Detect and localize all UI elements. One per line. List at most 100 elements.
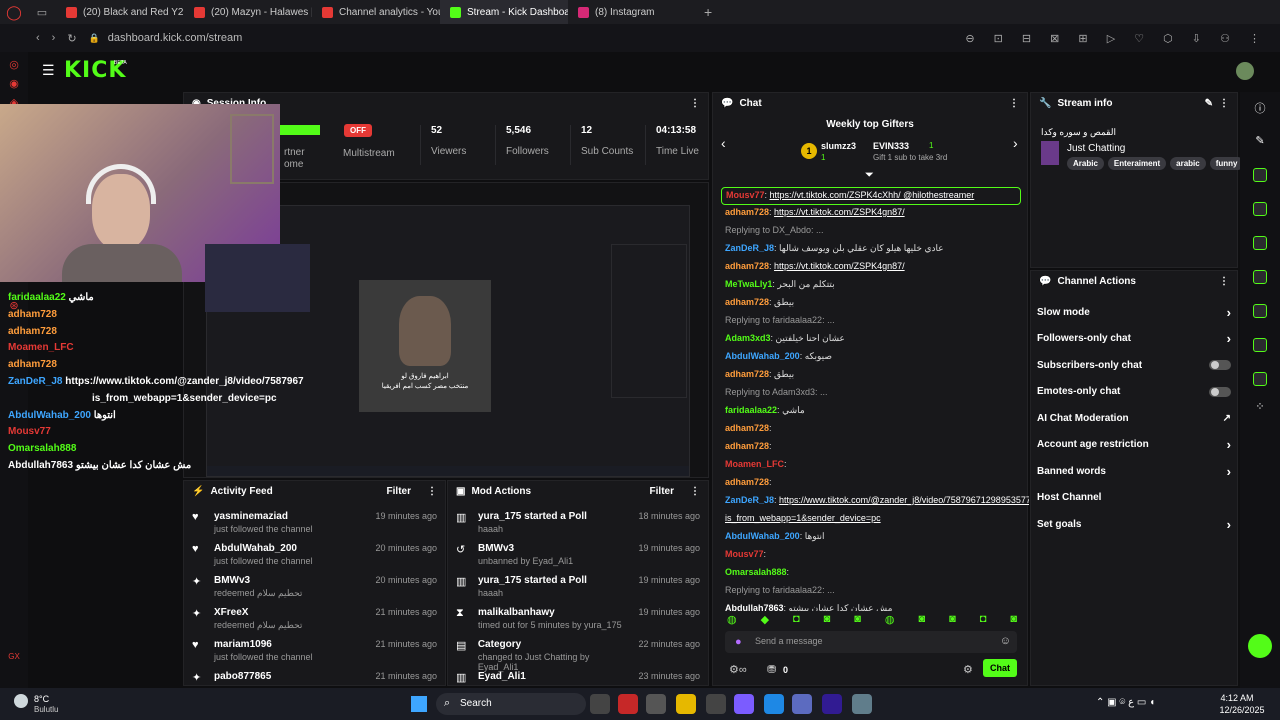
settings-tools-icon[interactable]: ⚙∞ [729,663,747,676]
chat-message[interactable]: ZanDeR_J8: https://www.tiktok.com/@zande… [713,493,1029,511]
chat-message[interactable]: Replying to Adam3xd3: ... [713,385,1029,403]
chat-username[interactable]: Abdullah7863 [725,603,784,611]
user-avatar[interactable] [1236,62,1254,80]
chat-text[interactable]: https://www.tiktok.com/@zander_j8/video/… [779,495,1029,505]
chat-username[interactable]: ZanDeR_J8 [725,495,774,505]
chat-username[interactable]: Moamen_LFC [725,459,784,469]
chat-message[interactable]: faridaalaa22: ماشي [713,403,1029,421]
system-tray-icons[interactable]: ⌃ ▣ ⌾ ع ▭ ◖ [1096,697,1155,708]
rail-tool-icon[interactable] [1253,168,1267,182]
chat-text[interactable]: is_from_webapp=1&sender_device=pc [725,513,881,523]
chat-username[interactable]: adham728 [725,297,769,307]
stream-tag[interactable]: Enteraiment [1107,157,1167,170]
more-icon[interactable]: ⋮ [1219,98,1229,109]
rail-edit-icon[interactable]: ✎ [1253,134,1267,148]
mod-filter-button[interactable]: Filter [650,486,674,497]
emote-icon[interactable]: ◙ [949,613,956,626]
sidebar-icon[interactable]: ◉ [0,77,28,90]
chat-username[interactable]: ZanDeR_J8 [725,243,774,253]
chat-text[interactable]: https://vt.tiktok.com/ZSPK4gn87/ [774,207,905,217]
new-tab-button[interactable]: + [696,4,720,20]
gifters-prev-icon[interactable]: ‹ [721,135,726,151]
browser-tab[interactable]: Channel analytics - YouT [312,0,440,24]
chat-message[interactable]: adham728: بيطق [713,295,1029,313]
chat-message[interactable]: MeTwaLly1: بتتكلم من البحر [713,277,1029,295]
channel-action-item[interactable]: Account age restriction › [1031,432,1237,459]
mod-item[interactable]: ▥ yura_175 started a Poll haaah 19 minutes … [448,571,708,603]
chat-username[interactable]: adham728 [725,441,769,451]
channel-action-item[interactable]: Subscribers-only chat [1031,352,1237,379]
mod-item[interactable]: ▤ Category changed to Just Chatting by Eya… [448,635,708,672]
activity-item[interactable]: ♥ AbdulWahab_200 just followed the channel… [184,539,445,571]
rail-info-icon[interactable]: ⓘ [1253,100,1267,115]
gifters-next-icon[interactable]: › [1013,135,1018,151]
chat-message[interactable]: Moamen_LFC: [713,457,1029,475]
more-icon[interactable]: ⋮ [1219,276,1229,287]
rail-tool-icon[interactable] [1253,236,1267,250]
taskbar-app-icon[interactable] [618,694,638,714]
message-input-box[interactable]: ● Send a message ☺ [725,631,1017,653]
back-icon[interactable]: ‹ [36,32,40,44]
taskbar-search[interactable]: ⌕ Search [436,693,586,715]
browser-tab[interactable]: (8) Instagram [568,0,696,24]
action-toggle[interactable] [1209,360,1231,371]
chat-username[interactable]: adham728 [725,369,769,379]
pinned-chevron-icon[interactable]: ⏷ [865,169,874,182]
chat-username[interactable]: Mousv77 [726,190,765,200]
chat-message[interactable]: AbdulWahab_200: انتوها [713,529,1029,547]
clock-time[interactable]: 4:12 AM [1212,693,1262,703]
chat-send-button[interactable]: Chat [983,659,1017,677]
forward-icon[interactable]: › [52,32,56,44]
browser-toolbar-icons[interactable]: ⊖ ⊡ ⊟ ⊠ ⊞ ▷ ♡ ⬡ ⇩ ⚇ ⋮ [965,32,1268,45]
stream-tag[interactable]: funny [1209,157,1244,170]
more-icon[interactable]: ⋮ [1009,98,1019,109]
start-icon[interactable] [411,696,427,712]
browser-menu-icon[interactable]: ◯ [0,0,28,24]
chat-message[interactable]: AbdulWahab_200: صيوبكه [713,349,1029,367]
chat-message[interactable]: Mousv77: [713,547,1029,565]
url-field[interactable]: dashboard.kick.com/stream [108,32,243,44]
chat-username[interactable]: adham728 [725,477,769,487]
chat-message[interactable]: Adam3xd3: عشان احنا خيلفتين [713,331,1029,349]
edit-icon[interactable]: ✎ [1205,98,1213,109]
activity-item[interactable]: ✦ BMWv3 redeemed تحطيم سلام 20 minutes ago [184,571,445,603]
rail-tool-icon[interactable] [1253,338,1267,352]
taskbar-app-icon[interactable] [792,694,812,714]
chat-message[interactable]: Abdullah7863: مش عشان كدا عشان بيشتو [713,601,1029,611]
emote-icon[interactable]: ◍ [885,613,895,626]
chat-username[interactable]: adham728 [725,261,769,271]
emote-icon[interactable]: ◙ [1010,613,1017,626]
activity-item[interactable]: ♥ yasminemaziad just followed the channel 1… [184,507,445,539]
weather-temp[interactable]: 8°C [34,694,49,704]
activity-filter-button[interactable]: Filter [387,486,411,497]
chat-message[interactable]: adham728: [713,421,1029,439]
channel-action-item[interactable]: Followers-only chat › [1031,326,1237,353]
taskbar-app-icon[interactable] [706,694,726,714]
chat-message[interactable]: adham728: https://vt.tiktok.com/ZSPK4gn8… [713,259,1029,277]
activity-item[interactable]: ♥ mariam1096 just followed the channel 21 m… [184,635,445,667]
points-icon[interactable]: ⛃ [767,663,776,676]
gifter-1-name[interactable]: slumzz3 [821,141,856,151]
gifter-2-name[interactable]: EVIN333 [873,141,909,151]
action-toggle[interactable] [1209,386,1231,397]
chat-username[interactable]: faridaalaa22 [725,405,777,415]
chat-message[interactable]: Replying to faridaalaa22: ... [713,583,1029,601]
hamburger-icon[interactable]: ☰ [42,62,55,79]
chat-username[interactable]: AbdulWahab_200 [725,531,800,541]
emote-icon[interactable]: ◙ [854,613,861,626]
chat-username[interactable]: adham728 [725,423,769,433]
sidebar-icon[interactable]: ◎ [0,58,28,71]
channel-action-item[interactable]: Slow mode › [1031,299,1237,326]
more-icon[interactable]: ⋮ [690,486,700,497]
emote-icon[interactable]: ◙ [824,613,831,626]
taskbar-app-icon[interactable] [822,694,842,714]
chat-settings-icon[interactable]: ⚙ [963,663,973,676]
emote-icon[interactable]: ◍ [727,613,737,626]
more-icon[interactable]: ⋮ [690,98,700,109]
emote-icon[interactable]: ◘ [980,613,987,626]
rail-tool-icon[interactable] [1253,372,1267,386]
chat-message[interactable]: Omarsalah888: [713,565,1029,583]
browser-tab[interactable]: Stream - Kick Dashboard [440,0,568,24]
channel-action-item[interactable]: Banned words › [1031,458,1237,485]
channel-action-item[interactable]: Emotes-only chat [1031,379,1237,406]
